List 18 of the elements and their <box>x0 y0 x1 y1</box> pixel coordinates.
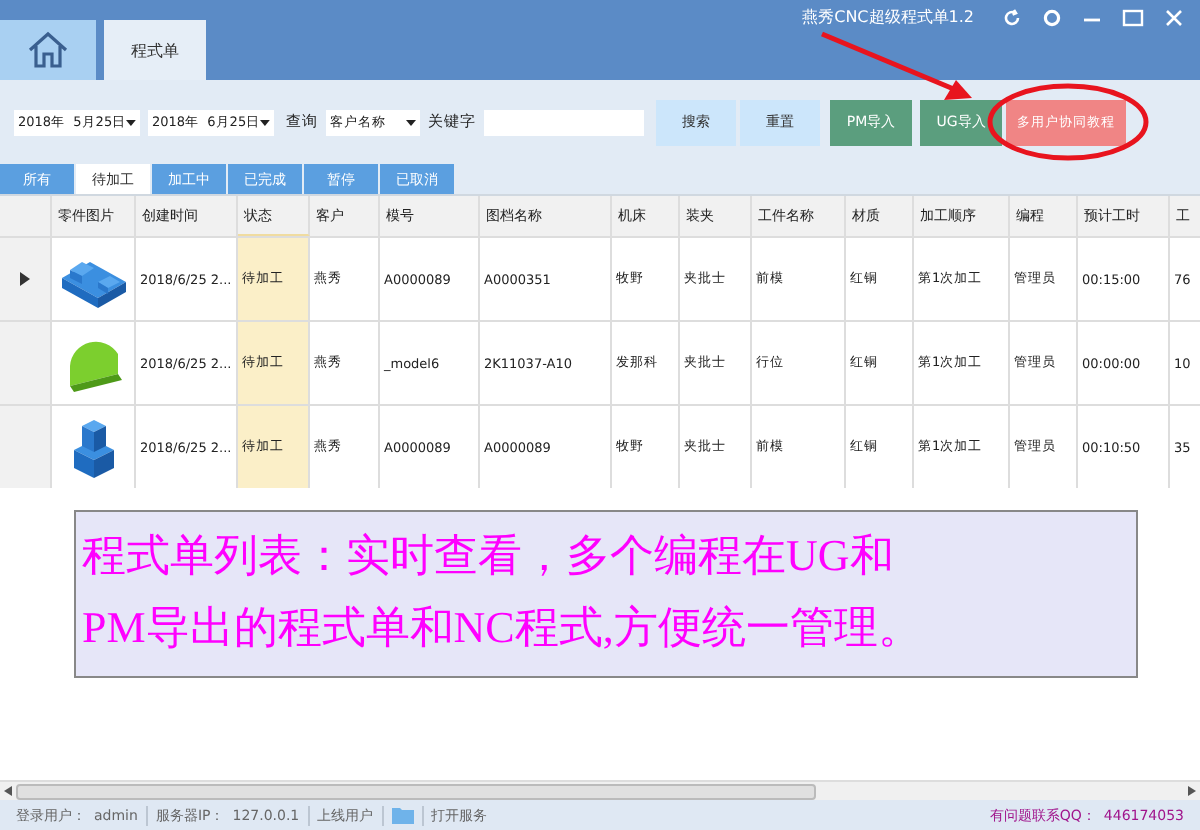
folder-icon[interactable] <box>391 806 414 824</box>
nav-tab[interactable]: 程式单 <box>104 20 206 80</box>
settings-icon[interactable] <box>1042 7 1062 27</box>
refresh-icon[interactable] <box>1002 7 1022 27</box>
home-icon <box>26 30 70 70</box>
scroll-right-icon[interactable] <box>1188 786 1196 796</box>
scroll-left-icon[interactable] <box>4 786 12 796</box>
home-button[interactable] <box>0 20 96 80</box>
caret-icon <box>126 119 136 125</box>
window-title: 燕秀CNC超级程式单1.2 <box>802 6 974 28</box>
maximize-icon[interactable] <box>1122 7 1144 27</box>
caret-icon <box>260 119 270 125</box>
row-pointer-icon <box>20 272 30 286</box>
annotation-box: 程式单列表：实时查看，多个编程在UG和 PM导出的程式单和NC程式,方便统一管理。 <box>74 510 1138 678</box>
horizontal-scrollbar[interactable] <box>0 780 1200 800</box>
caret-icon <box>406 119 416 125</box>
close-icon[interactable] <box>1164 7 1184 27</box>
keyword-field[interactable] <box>484 109 644 135</box>
